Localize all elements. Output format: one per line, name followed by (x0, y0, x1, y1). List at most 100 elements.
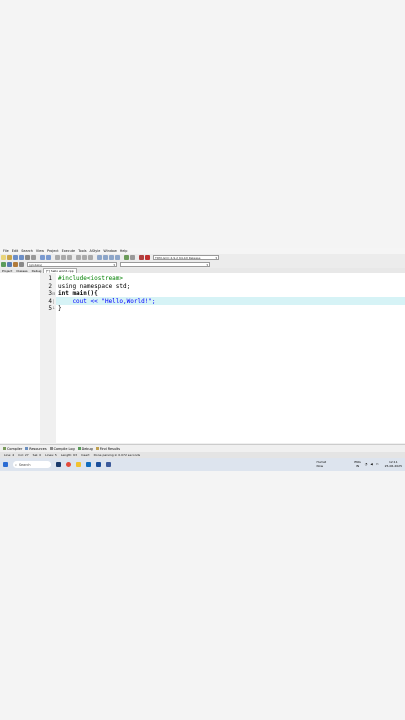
clock-date: 25-06-2025 (384, 464, 402, 468)
members-select[interactable]: ▾ (120, 262, 210, 267)
edge-icon[interactable] (86, 462, 91, 467)
windows-start-icon[interactable] (3, 462, 8, 467)
menu-file[interactable]: File (3, 249, 9, 253)
code-line-namespace: using namespace std; (58, 283, 131, 290)
run-icon[interactable] (103, 255, 108, 260)
wifi-icon[interactable]: ◔ (365, 462, 368, 466)
dev-cpp-window: File Edit Search View Project Execute To… (0, 248, 405, 471)
stop-icon[interactable] (130, 255, 135, 260)
menu-tools[interactable]: Tools (78, 249, 86, 253)
redo-icon[interactable] (46, 255, 51, 260)
save-all-icon[interactable] (19, 255, 24, 260)
store-icon[interactable] (96, 462, 101, 467)
globals-select-value: (globals) (29, 263, 43, 267)
tab-debug-output[interactable]: Debug (77, 446, 93, 451)
chrome-icon[interactable] (66, 462, 71, 467)
tab-debug-label: Debug (81, 446, 93, 451)
unindent-icon[interactable] (82, 255, 87, 260)
tab-compile-log[interactable]: Compile Log (49, 446, 75, 451)
line-number: 4 (48, 298, 52, 305)
rebuild-icon[interactable] (115, 255, 120, 260)
bottom-tabs: Compiler Resources Compile Log Debug Fin… (0, 444, 405, 452)
replace-icon[interactable] (61, 255, 66, 260)
status-mode: Insert (80, 453, 90, 457)
save-icon[interactable] (13, 255, 18, 260)
debug-icon (77, 447, 81, 450)
compiler-select[interactable]: TDM-GCC 4.9.2 64-bit Release ▾ (153, 255, 219, 260)
line-number: 1 (48, 275, 52, 282)
indent-icon[interactable] (76, 255, 81, 260)
taskbar: ⌕ Search Humid Now ENG IN ◔ ◀ ▭ 12:11 25… (0, 458, 405, 471)
menu-window[interactable]: Window (103, 249, 116, 253)
line-number: 5 (48, 305, 52, 312)
menu-execute[interactable]: Execute (62, 249, 76, 253)
tab-compiler[interactable]: Compiler (3, 447, 22, 451)
menu-help[interactable]: Help (120, 249, 128, 253)
menu-project[interactable]: Project (47, 249, 59, 253)
code-line-close: } (58, 305, 62, 312)
toggle-icon[interactable] (88, 255, 93, 260)
goto-icon[interactable] (67, 255, 72, 260)
menu-edit[interactable]: Edit (12, 249, 19, 253)
code-line-include: #include<iostream> (58, 275, 124, 282)
code-line-main: int main(){ (58, 290, 98, 297)
tab-compile-log-label: Compile Log (53, 446, 75, 451)
menu-view[interactable]: View (36, 249, 44, 253)
menu-astyle[interactable]: AStyle (90, 249, 101, 253)
file-explorer-icon[interactable] (76, 462, 81, 467)
fold-end-icon: └ (52, 306, 55, 311)
tab-find-results-label: Find Results (99, 446, 121, 451)
secondary-toolbar: (globals) ▾ ▾ (0, 261, 405, 268)
line-number: 3 (48, 290, 52, 297)
open-folder-icon[interactable] (7, 255, 12, 260)
tab-find-results[interactable]: Find Results (95, 446, 121, 451)
resources-icon (25, 447, 29, 450)
fold-minus-icon[interactable]: ⊟ (52, 291, 55, 296)
tab-resources[interactable]: Resources (25, 447, 47, 451)
search-box[interactable]: ⌕ Search (13, 461, 51, 468)
system-tray: Humid Now ENG IN ◔ ◀ ▭ 12:11 25-06-2025 (316, 460, 402, 468)
search-label: Search (18, 462, 31, 467)
check-icon[interactable] (124, 255, 129, 260)
status-sel: Sel: 0 (32, 453, 42, 457)
clock[interactable]: 12:11 25-06-2025 (385, 460, 402, 468)
globals-select[interactable]: (globals) ▾ (27, 262, 117, 267)
close-icon[interactable] (25, 255, 30, 260)
debug-icon[interactable] (139, 255, 144, 260)
status-length: Length: 63 (60, 453, 77, 457)
bookmark-icon[interactable] (7, 262, 12, 267)
line-number: 2 (48, 283, 52, 290)
code-line-cout: cout << "Hello,World!"; (58, 298, 156, 305)
fold-line-icon: │ (52, 299, 55, 304)
menu-search[interactable]: Search (21, 249, 33, 253)
volume-icon[interactable]: ◀ (370, 462, 372, 466)
new-file-icon[interactable] (1, 255, 6, 260)
find-icon (95, 447, 99, 450)
status-col: Col: 27 (18, 453, 29, 457)
main-toolbar: TDM-GCC 4.9.2 64-bit Release ▾ (0, 254, 405, 261)
insert-icon[interactable] (1, 262, 6, 267)
battery-icon[interactable]: ▭ (376, 462, 379, 466)
profile-icon[interactable] (145, 255, 150, 260)
tab-compiler-label: Compiler (7, 446, 23, 451)
find-icon[interactable] (55, 255, 60, 260)
lang-sub: IN (355, 464, 360, 468)
weather-sub: Now (316, 464, 324, 468)
weather-widget[interactable]: Humid Now (316, 460, 326, 468)
print-icon[interactable] (31, 255, 36, 260)
compile-run-icon[interactable] (109, 255, 114, 260)
undo-icon[interactable] (40, 255, 45, 260)
devcpp-taskbar-icon[interactable] (106, 462, 111, 467)
compiler-select-value: TDM-GCC 4.9.2 64-bit Release (155, 256, 201, 260)
language-indicator[interactable]: ENG IN (354, 460, 360, 468)
status-lines: Lines: 5 (45, 453, 57, 457)
project-panel (0, 273, 41, 443)
class-icon[interactable] (19, 262, 24, 267)
status-message: Done parsing in 0.072 seconds (93, 453, 141, 457)
compile-icon[interactable] (97, 255, 102, 260)
goto-bookmark-icon[interactable] (13, 262, 18, 267)
task-view-icon[interactable] (56, 462, 61, 467)
search-icon: ⌕ (15, 462, 17, 467)
compiler-icon (3, 447, 6, 450)
status-line: Line: 4 (4, 453, 15, 457)
